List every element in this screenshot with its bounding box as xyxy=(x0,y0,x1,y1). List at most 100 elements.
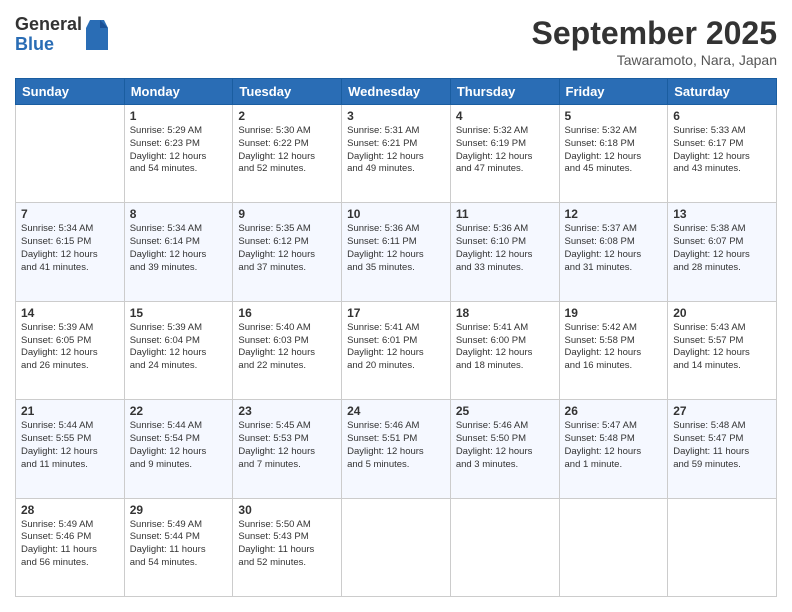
day-info: Sunrise: 5:44 AM Sunset: 5:54 PM Dayligh… xyxy=(130,420,228,471)
table-row xyxy=(450,498,559,596)
day-number: 12 xyxy=(565,207,663,221)
col-thursday: Thursday xyxy=(450,79,559,105)
day-number: 24 xyxy=(347,404,445,418)
table-row: 2 Sunrise: 5:30 AM Sunset: 6:22 PM Daylig… xyxy=(233,105,342,203)
logo-general: General xyxy=(15,15,82,35)
table-row: 10 Sunrise: 5:36 AM Sunset: 6:11 PM Dayli… xyxy=(342,203,451,301)
day-info: Sunrise: 5:41 AM Sunset: 6:01 PM Dayligh… xyxy=(347,322,445,373)
day-info: Sunrise: 5:39 AM Sunset: 6:05 PM Dayligh… xyxy=(21,322,119,373)
calendar-week-row: 1Sunrise: 5:29 AM Sunset: 6:23 PM Daylig… xyxy=(16,105,777,203)
day-number: 11 xyxy=(456,207,554,221)
day-info: Sunrise: 5:34 AM Sunset: 6:15 PM Dayligh… xyxy=(21,223,119,274)
header: General Blue September 2025 Tawaramoto, … xyxy=(15,15,777,68)
table-row: 7 Sunrise: 5:34 AM Sunset: 6:15 PM Daylig… xyxy=(16,203,125,301)
day-number: 18 xyxy=(456,306,554,320)
day-number: 10 xyxy=(347,207,445,221)
day-info: Sunrise: 5:48 AM Sunset: 5:47 PM Dayligh… xyxy=(673,420,771,471)
table-row: 29Sunrise: 5:49 AM Sunset: 5:44 PM Dayli… xyxy=(124,498,233,596)
day-info: Sunrise: 5:30 AM Sunset: 6:22 PM Dayligh… xyxy=(238,125,336,176)
day-number: 20 xyxy=(673,306,771,320)
day-info: Sunrise: 5:31 AM Sunset: 6:21 PM Dayligh… xyxy=(347,125,445,176)
table-row xyxy=(559,498,668,596)
calendar-week-row: 7 Sunrise: 5:34 AM Sunset: 6:15 PM Daylig… xyxy=(16,203,777,301)
table-row: 23Sunrise: 5:45 AM Sunset: 5:53 PM Dayli… xyxy=(233,400,342,498)
day-number: 22 xyxy=(130,404,228,418)
day-number: 6 xyxy=(673,109,771,123)
logo-text: General Blue xyxy=(15,15,82,55)
day-info: Sunrise: 5:50 AM Sunset: 5:43 PM Dayligh… xyxy=(238,519,336,570)
page: General Blue September 2025 Tawaramoto, … xyxy=(0,0,792,612)
calendar-week-row: 14 Sunrise: 5:39 AM Sunset: 6:05 PM Dayli… xyxy=(16,301,777,399)
table-row: 14 Sunrise: 5:39 AM Sunset: 6:05 PM Dayli… xyxy=(16,301,125,399)
table-row: 30 Sunrise: 5:50 AM Sunset: 5:43 PM Dayli… xyxy=(233,498,342,596)
table-row: 1Sunrise: 5:29 AM Sunset: 6:23 PM Daylig… xyxy=(124,105,233,203)
day-number: 30 xyxy=(238,503,336,517)
table-row: 16 Sunrise: 5:40 AM Sunset: 6:03 PM Dayli… xyxy=(233,301,342,399)
day-info: Sunrise: 5:32 AM Sunset: 6:18 PM Dayligh… xyxy=(565,125,663,176)
day-info: Sunrise: 5:36 AM Sunset: 6:11 PM Dayligh… xyxy=(347,223,445,274)
table-row: 15 Sunrise: 5:39 AM Sunset: 6:04 PM Dayli… xyxy=(124,301,233,399)
day-number: 5 xyxy=(565,109,663,123)
col-wednesday: Wednesday xyxy=(342,79,451,105)
day-number: 13 xyxy=(673,207,771,221)
day-info: Sunrise: 5:33 AM Sunset: 6:17 PM Dayligh… xyxy=(673,125,771,176)
month-title: September 2025 xyxy=(532,15,777,52)
col-saturday: Saturday xyxy=(668,79,777,105)
table-row: 20Sunrise: 5:43 AM Sunset: 5:57 PM Dayli… xyxy=(668,301,777,399)
day-info: Sunrise: 5:47 AM Sunset: 5:48 PM Dayligh… xyxy=(565,420,663,471)
table-row: 17Sunrise: 5:41 AM Sunset: 6:01 PM Dayli… xyxy=(342,301,451,399)
day-number: 7 xyxy=(21,207,119,221)
day-info: Sunrise: 5:32 AM Sunset: 6:19 PM Dayligh… xyxy=(456,125,554,176)
day-info: Sunrise: 5:40 AM Sunset: 6:03 PM Dayligh… xyxy=(238,322,336,373)
day-info: Sunrise: 5:46 AM Sunset: 5:51 PM Dayligh… xyxy=(347,420,445,471)
day-info: Sunrise: 5:29 AM Sunset: 6:23 PM Dayligh… xyxy=(130,125,228,176)
table-row: 25Sunrise: 5:46 AM Sunset: 5:50 PM Dayli… xyxy=(450,400,559,498)
day-number: 27 xyxy=(673,404,771,418)
day-number: 14 xyxy=(21,306,119,320)
calendar-week-row: 28Sunrise: 5:49 AM Sunset: 5:46 PM Dayli… xyxy=(16,498,777,596)
day-info: Sunrise: 5:38 AM Sunset: 6:07 PM Dayligh… xyxy=(673,223,771,274)
day-info: Sunrise: 5:36 AM Sunset: 6:10 PM Dayligh… xyxy=(456,223,554,274)
day-info: Sunrise: 5:37 AM Sunset: 6:08 PM Dayligh… xyxy=(565,223,663,274)
calendar-week-row: 21 Sunrise: 5:44 AM Sunset: 5:55 PM Dayli… xyxy=(16,400,777,498)
day-info: Sunrise: 5:41 AM Sunset: 6:00 PM Dayligh… xyxy=(456,322,554,373)
calendar: Sunday Monday Tuesday Wednesday Thursday… xyxy=(15,78,777,597)
day-number: 25 xyxy=(456,404,554,418)
table-row xyxy=(668,498,777,596)
table-row: 27 Sunrise: 5:48 AM Sunset: 5:47 PM Dayli… xyxy=(668,400,777,498)
day-number: 28 xyxy=(21,503,119,517)
day-number: 9 xyxy=(238,207,336,221)
col-friday: Friday xyxy=(559,79,668,105)
day-number: 16 xyxy=(238,306,336,320)
table-row: 26 Sunrise: 5:47 AM Sunset: 5:48 PM Dayli… xyxy=(559,400,668,498)
logo: General Blue xyxy=(15,15,108,55)
calendar-header-row: Sunday Monday Tuesday Wednesday Thursday… xyxy=(16,79,777,105)
table-row: 13 Sunrise: 5:38 AM Sunset: 6:07 PM Dayli… xyxy=(668,203,777,301)
table-row xyxy=(16,105,125,203)
logo-blue: Blue xyxy=(15,35,82,55)
table-row xyxy=(342,498,451,596)
day-number: 23 xyxy=(238,404,336,418)
day-number: 8 xyxy=(130,207,228,221)
day-info: Sunrise: 5:35 AM Sunset: 6:12 PM Dayligh… xyxy=(238,223,336,274)
table-row: 12 Sunrise: 5:37 AM Sunset: 6:08 PM Dayli… xyxy=(559,203,668,301)
day-info: Sunrise: 5:39 AM Sunset: 6:04 PM Dayligh… xyxy=(130,322,228,373)
day-info: Sunrise: 5:34 AM Sunset: 6:14 PM Dayligh… xyxy=(130,223,228,274)
day-info: Sunrise: 5:44 AM Sunset: 5:55 PM Dayligh… xyxy=(21,420,119,471)
day-number: 15 xyxy=(130,306,228,320)
location: Tawaramoto, Nara, Japan xyxy=(532,52,777,68)
day-number: 19 xyxy=(565,306,663,320)
table-row: 24 Sunrise: 5:46 AM Sunset: 5:51 PM Dayli… xyxy=(342,400,451,498)
day-number: 2 xyxy=(238,109,336,123)
table-row: 5 Sunrise: 5:32 AM Sunset: 6:18 PM Daylig… xyxy=(559,105,668,203)
table-row: 18 Sunrise: 5:41 AM Sunset: 6:00 PM Dayli… xyxy=(450,301,559,399)
table-row: 3Sunrise: 5:31 AM Sunset: 6:21 PM Daylig… xyxy=(342,105,451,203)
table-row: 9 Sunrise: 5:35 AM Sunset: 6:12 PM Daylig… xyxy=(233,203,342,301)
table-row: 19 Sunrise: 5:42 AM Sunset: 5:58 PM Dayli… xyxy=(559,301,668,399)
col-sunday: Sunday xyxy=(16,79,125,105)
table-row: 4Sunrise: 5:32 AM Sunset: 6:19 PM Daylig… xyxy=(450,105,559,203)
table-row: 6 Sunrise: 5:33 AM Sunset: 6:17 PM Daylig… xyxy=(668,105,777,203)
day-info: Sunrise: 5:42 AM Sunset: 5:58 PM Dayligh… xyxy=(565,322,663,373)
day-number: 21 xyxy=(21,404,119,418)
day-number: 26 xyxy=(565,404,663,418)
